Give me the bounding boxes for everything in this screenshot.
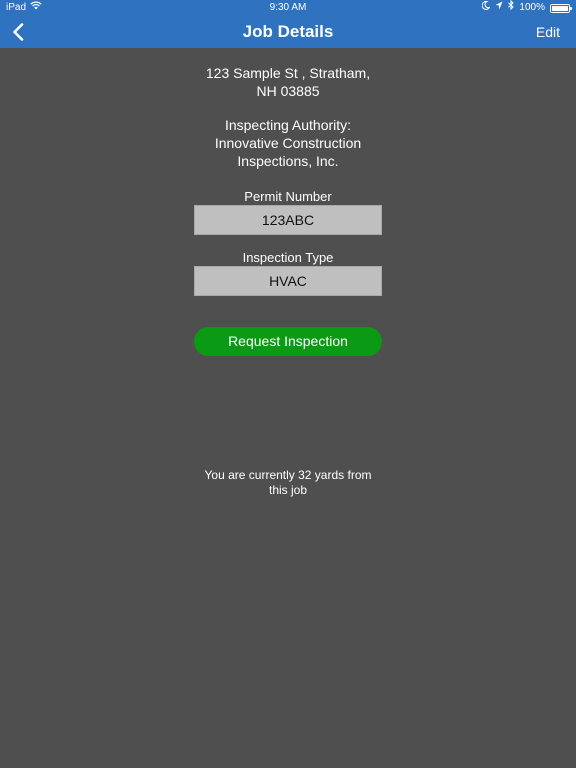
authority-label: Inspecting Authority: xyxy=(224,117,352,133)
page-title: Job Details xyxy=(242,22,334,41)
job-address: 123 Sample St , Stratham, NH 03885 xyxy=(138,64,438,100)
inspection-type-label: Inspection Type xyxy=(242,250,334,265)
battery-fill xyxy=(552,5,568,11)
inspection-type-field[interactable]: HVAC xyxy=(194,266,382,296)
permit-number-label: Permit Number xyxy=(244,189,332,204)
authority-name-line-1: Innovative Construction xyxy=(214,135,362,151)
address-line-1: 123 Sample St , Stratham, xyxy=(205,65,371,81)
request-inspection-button[interactable]: Request Inspection xyxy=(194,327,382,356)
top-bar: iPad 9:30 AM 100% Job Details Edit xyxy=(0,0,576,48)
permit-number-field[interactable]: 123ABC xyxy=(194,205,382,235)
edit-button[interactable]: Edit xyxy=(536,16,560,48)
moon-icon xyxy=(482,0,492,16)
bluetooth-icon xyxy=(508,0,515,16)
status-bar: iPad 9:30 AM 100% xyxy=(0,0,576,16)
authority-name-line-2: Inspections, Inc. xyxy=(237,153,339,169)
status-right: 100% xyxy=(482,0,572,16)
inspecting-authority: Inspecting Authority: Innovative Constru… xyxy=(138,116,438,170)
battery-icon xyxy=(550,3,572,13)
address-line-2: NH 03885 xyxy=(256,83,320,99)
distance-line-1: You are currently 32 yards from xyxy=(204,468,372,482)
location-arrow-icon xyxy=(495,0,503,16)
distance-line-2: this job xyxy=(268,483,308,497)
battery-percent: 100% xyxy=(519,2,545,13)
distance-message: You are currently 32 yards from this job xyxy=(188,468,388,498)
navigation-bar: Job Details Edit xyxy=(0,16,576,48)
